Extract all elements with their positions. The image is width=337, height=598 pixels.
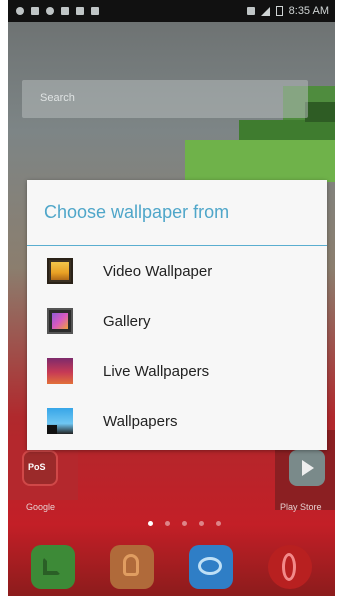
option-live-wallpapers[interactable]: Live Wallpapers: [27, 346, 327, 396]
dock: [8, 538, 335, 596]
clock: 8:35 AM: [288, 5, 329, 17]
app-google[interactable]: PoS: [22, 450, 58, 486]
search-placeholder: Search: [40, 92, 75, 104]
phone-icon[interactable]: [31, 545, 76, 589]
live-wallpapers-icon: [47, 358, 73, 384]
option-label: Gallery: [103, 312, 151, 330]
page-dot: [199, 521, 204, 526]
page-dot: [182, 521, 187, 526]
wallpaper-block: [305, 102, 335, 122]
option-video-wallpaper[interactable]: Video Wallpaper: [27, 246, 327, 296]
search-bar[interactable]: Search: [22, 80, 308, 118]
option-label: Video Wallpaper: [103, 262, 213, 280]
sync-icon: [46, 7, 54, 15]
app-label: Google: [26, 502, 56, 512]
usb-icon: [16, 7, 24, 15]
video-wallpaper-icon: [47, 258, 73, 284]
image-icon: [61, 7, 69, 15]
option-wallpapers[interactable]: Wallpapers: [27, 396, 327, 446]
wallpaper-block: [185, 140, 335, 182]
app-label: Play Store: [280, 502, 322, 512]
option-gallery[interactable]: Gallery: [27, 296, 327, 346]
app-play-store[interactable]: [289, 450, 325, 486]
status-bar: 8:35 AM: [8, 0, 335, 22]
contacts-icon[interactable]: [110, 545, 155, 589]
page-dot: [165, 521, 170, 526]
messaging-icon[interactable]: [188, 545, 233, 589]
wallpaper-chooser-dialog: Choose wallpaper from Video Wallpaper Ga…: [27, 180, 327, 450]
option-label: Live Wallpapers: [103, 362, 210, 380]
page-indicator: [148, 521, 221, 526]
signal-icon: [260, 6, 270, 16]
battery-icon: [275, 6, 283, 16]
gallery-icon: [47, 308, 73, 334]
page-dot: [148, 521, 153, 526]
download-icon: [91, 7, 99, 15]
warning-icon: [76, 7, 84, 15]
page-dot: [216, 521, 221, 526]
dialog-title: Choose wallpaper from: [27, 180, 327, 246]
option-label: Wallpapers: [103, 412, 178, 430]
wallpapers-icon: [47, 408, 73, 434]
notification-icon: [31, 7, 39, 15]
browser-icon[interactable]: [267, 545, 312, 589]
app-badge: PoS: [28, 462, 46, 472]
sim-icon: [246, 7, 255, 15]
